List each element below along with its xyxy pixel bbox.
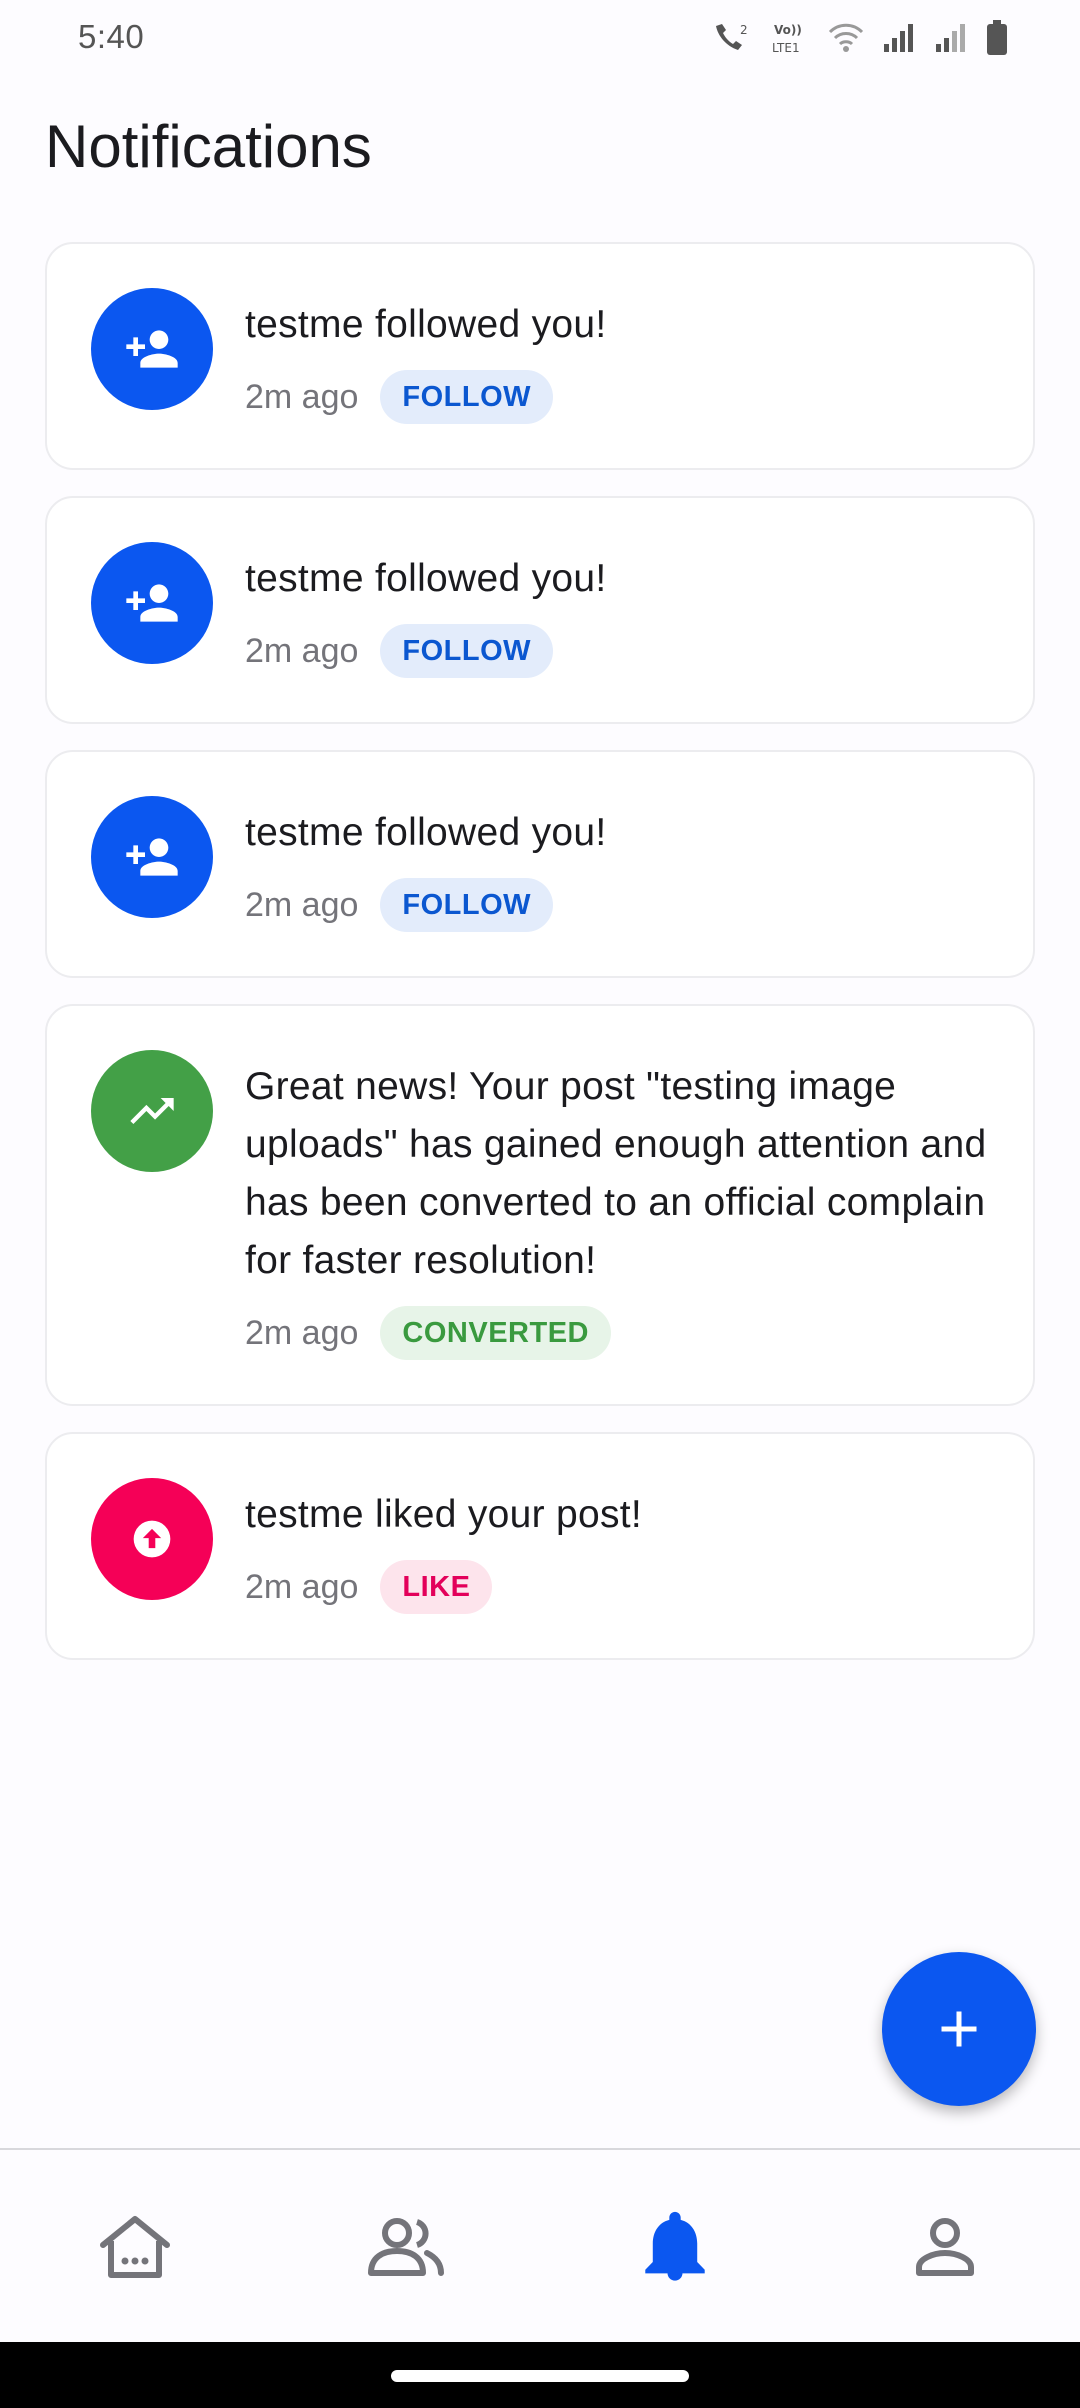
nav-community[interactable]	[270, 2150, 540, 2344]
add-fab-button[interactable]	[882, 1952, 1036, 2106]
person-add-icon	[126, 838, 178, 876]
status-bar: 5:40 2 Vo)) LTE1	[0, 0, 1080, 76]
svg-text:LTE1: LTE1	[772, 41, 800, 55]
upvote-icon	[133, 1520, 171, 1558]
notification-body: Great news! Your post "testing image upl…	[245, 1050, 989, 1360]
notification-time: 2m ago	[245, 1313, 359, 1352]
notification-avatar	[91, 542, 213, 664]
notification-meta: 2m ago FOLLOW	[245, 878, 989, 932]
person-add-icon	[126, 584, 178, 622]
nav-notifications[interactable]	[540, 2150, 810, 2344]
notification-text: testme liked your post!	[245, 1493, 643, 1536]
svg-text:2: 2	[740, 23, 748, 37]
notification-meta: 2m ago FOLLOW	[245, 624, 989, 678]
profile-icon	[916, 2218, 974, 2276]
volte-icon: Vo)) LTE1	[772, 20, 810, 56]
person-add-icon	[126, 330, 178, 368]
notification-card[interactable]: testme followed you! 2m ago FOLLOW	[45, 750, 1035, 978]
notification-avatar	[91, 288, 213, 410]
notification-avatar	[91, 796, 213, 918]
trending-up-icon	[130, 1098, 174, 1124]
notification-card[interactable]: testme liked your post! 2m ago LIKE	[45, 1432, 1035, 1660]
notification-meta: 2m ago FOLLOW	[245, 370, 989, 424]
notification-meta: 2m ago CONVERTED	[245, 1306, 989, 1360]
notification-time: 2m ago	[245, 885, 359, 924]
signal-weak-icon	[934, 22, 968, 54]
wifi-icon	[828, 22, 864, 54]
notification-card[interactable]: testme followed you! 2m ago FOLLOW	[45, 242, 1035, 470]
nav-profile[interactable]	[810, 2150, 1080, 2344]
call-icon: 2	[710, 20, 754, 56]
notification-list: testme followed you! 2m ago FOLLOW testm…	[45, 242, 1035, 1660]
bell-icon	[645, 2211, 705, 2281]
notification-time: 2m ago	[245, 631, 359, 670]
notification-body: testme liked your post! 2m ago LIKE	[245, 1478, 989, 1614]
bottom-nav	[0, 2148, 1080, 2344]
notification-text: testme followed you!	[245, 811, 607, 854]
system-nav-bar	[0, 2342, 1080, 2408]
notification-body: testme followed you! 2m ago FOLLOW	[245, 796, 989, 932]
notification-body: testme followed you! 2m ago FOLLOW	[245, 542, 989, 678]
nav-home[interactable]	[0, 2150, 270, 2344]
home-indicator[interactable]	[391, 2370, 689, 2382]
group-icon	[368, 2218, 444, 2276]
signal-icon	[882, 22, 916, 54]
notification-meta: 2m ago LIKE	[245, 1560, 989, 1614]
notification-text: Great news! Your post "testing image upl…	[245, 1065, 987, 1282]
home-icon	[100, 2216, 170, 2278]
notification-text: testme followed you!	[245, 557, 607, 600]
notification-card[interactable]: testme followed you! 2m ago FOLLOW	[45, 496, 1035, 724]
svg-text:Vo)): Vo))	[774, 23, 802, 37]
notification-badge: CONVERTED	[380, 1306, 611, 1360]
notification-badge: FOLLOW	[380, 878, 554, 932]
page-title: Notifications	[45, 113, 372, 180]
notification-badge: FOLLOW	[380, 370, 554, 424]
notification-avatar	[91, 1478, 213, 1600]
battery-icon	[986, 20, 1008, 56]
notification-text: testme followed you!	[245, 303, 607, 346]
status-icons: 2 Vo)) LTE1	[710, 18, 1008, 58]
notification-avatar	[91, 1050, 213, 1172]
notification-card[interactable]: Great news! Your post "testing image upl…	[45, 1004, 1035, 1406]
status-time: 5:40	[78, 18, 145, 55]
notification-time: 2m ago	[245, 1567, 359, 1606]
notification-badge: FOLLOW	[380, 624, 554, 678]
notification-badge: LIKE	[380, 1560, 493, 1614]
plus-icon	[941, 2011, 977, 2047]
notification-time: 2m ago	[245, 377, 359, 416]
notification-body: testme followed you! 2m ago FOLLOW	[245, 288, 989, 424]
